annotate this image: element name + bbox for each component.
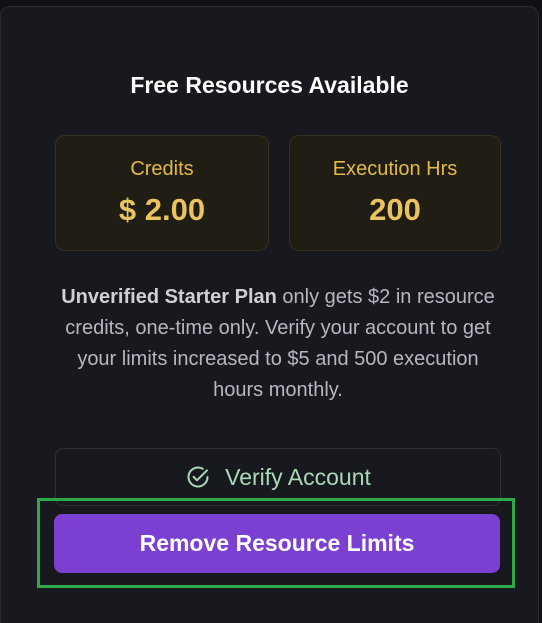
plan-description: Unverified Starter Plan only gets $2 in … <box>59 282 497 406</box>
plan-name: Unverified Starter Plan <box>61 286 277 308</box>
execution-hours-value: 200 <box>369 192 421 227</box>
check-circle-icon <box>185 464 211 490</box>
verify-account-label: Verify Account <box>225 463 371 490</box>
remove-resource-limits-button[interactable]: Remove Resource Limits <box>54 514 500 573</box>
execution-hours-card: Execution Hrs 200 <box>289 135 501 251</box>
credits-value: $ 2.00 <box>118 192 206 227</box>
panel-title: Free Resources Available <box>130 72 409 98</box>
remove-resource-limits-label: Remove Resource Limits <box>139 530 415 556</box>
execution-hours-label: Execution Hrs <box>332 158 458 180</box>
credits-label: Credits <box>130 158 194 180</box>
credits-card: Credits $ 2.00 <box>55 135 269 251</box>
